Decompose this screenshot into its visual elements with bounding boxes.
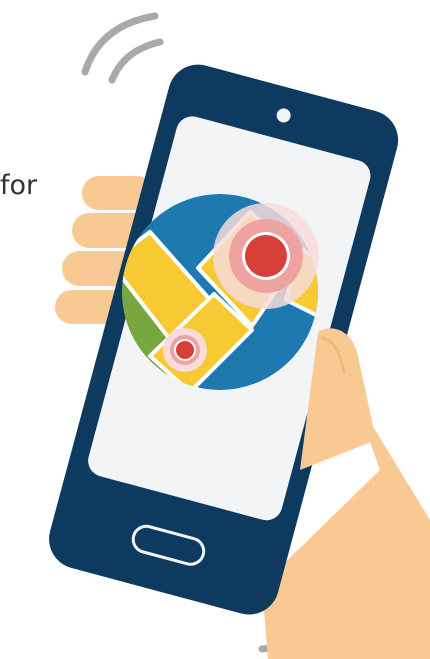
vibration-waves-top-icon bbox=[81, 12, 164, 84]
phone-location-illustration bbox=[49, 12, 430, 659]
location-pin-small-icon[interactable] bbox=[163, 328, 207, 372]
location-pin-large-icon[interactable] bbox=[213, 203, 319, 309]
